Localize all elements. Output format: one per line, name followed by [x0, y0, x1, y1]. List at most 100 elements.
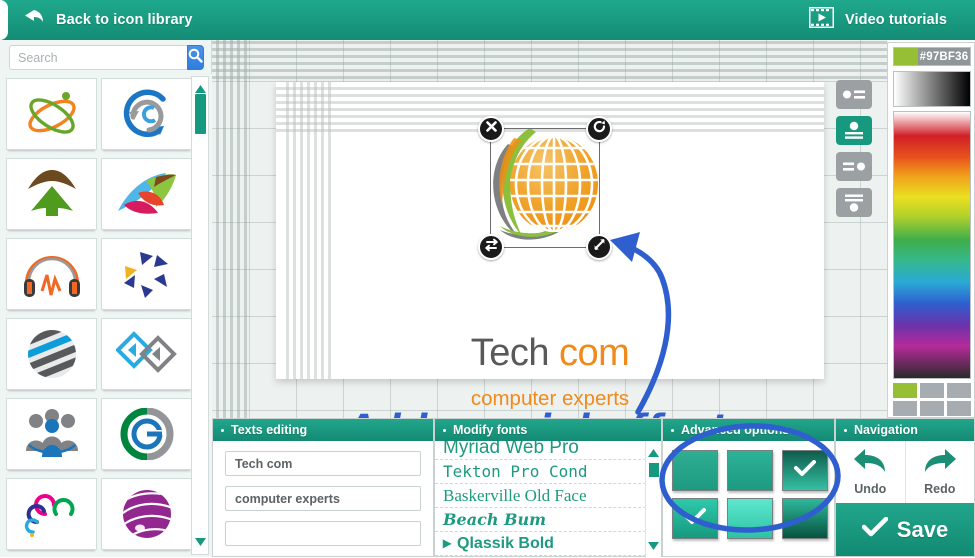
text-field-3[interactable]: [225, 521, 421, 546]
font-list-scrollbar-thumb[interactable]: [649, 463, 659, 477]
advanced-options-panel: Advanced options: [662, 418, 835, 557]
recent-color-5[interactable]: [920, 401, 944, 416]
flip-handle[interactable]: [478, 234, 504, 260]
purple-striped-sphere-logo: [122, 490, 171, 538]
redo-label: Redo: [924, 482, 956, 496]
icon-cell-colorful-swoosh-logo[interactable]: [101, 158, 192, 230]
search-row: [9, 45, 204, 70]
current-color-swatch[interactable]: [894, 48, 918, 65]
font-list-item[interactable]: Myriad Web Pro: [435, 441, 661, 460]
search-button[interactable]: [187, 45, 204, 70]
icon-cell-gray-blue-people-group-logo[interactable]: [6, 398, 97, 470]
selected-font-marker-icon: ▸: [443, 534, 452, 552]
icon-cell-atom-orbit-logo[interactable]: [6, 78, 97, 150]
rotate-handle[interactable]: [586, 116, 612, 142]
recent-color-3[interactable]: [947, 383, 971, 398]
effect-swatch-6[interactable]: [782, 498, 828, 539]
align-icon-right[interactable]: [836, 152, 872, 181]
color-hex-row[interactable]: #97BF36: [893, 47, 971, 66]
font-list-scrollbar[interactable]: [645, 441, 661, 558]
text-field-1[interactable]: [225, 451, 421, 476]
navigation-title: Navigation: [854, 423, 918, 437]
effect-swatch-5[interactable]: [727, 498, 773, 539]
colorful-swoosh-logo: [117, 173, 176, 214]
effect-swatch-1[interactable]: [672, 450, 718, 491]
font-list-item-selected[interactable]: ▸ Qlassik Bold: [435, 532, 661, 556]
triangle-down-icon[interactable]: [195, 533, 206, 551]
texts-editing-panel: Texts editing: [212, 418, 434, 557]
library-scrollbar-thumb[interactable]: [195, 94, 206, 134]
selection-box[interactable]: [478, 116, 612, 260]
back-to-icon-library-button[interactable]: Back to icon library: [22, 0, 193, 40]
library-scrollbar[interactable]: [191, 76, 209, 555]
icon-cell-green-gray-e-circle-logo[interactable]: [101, 398, 192, 470]
logo-canvas[interactable]: Tech com computer experts Add special ef…: [276, 82, 824, 418]
check-icon: [861, 516, 889, 542]
align-toolbar: [836, 80, 872, 224]
blue-circle-arrow-logo: [123, 89, 166, 137]
headphones-waveform-logo: [23, 256, 80, 297]
triangle-up-icon[interactable]: [648, 444, 659, 462]
color-hex-value: #97BF36: [918, 48, 970, 65]
atom-orbit-logo: [27, 92, 76, 134]
check-icon: [684, 507, 706, 530]
search-icon: [188, 48, 203, 68]
align-icon-left[interactable]: [836, 80, 872, 109]
effect-swatch-3[interactable]: [782, 450, 828, 491]
effect-swatch-2[interactable]: [727, 450, 773, 491]
icon-cell-headphones-waveform-logo[interactable]: [6, 238, 97, 310]
redo-arrow-icon: [922, 448, 958, 479]
recent-color-6[interactable]: [947, 401, 971, 416]
icon-cell-multicolor-swirl-cloud-logo[interactable]: [6, 478, 97, 550]
search-input[interactable]: [9, 45, 187, 70]
triangle-down-icon[interactable]: [648, 537, 659, 555]
recent-color-1[interactable]: [893, 383, 917, 398]
resize-handle[interactable]: [586, 234, 612, 260]
recent-colors-grid: [893, 383, 971, 416]
workspace-canvas-area[interactable]: Tech com computer experts Add special ef…: [212, 40, 887, 418]
film-play-icon: [808, 6, 835, 33]
icon-cell-striped-gray-blue-sphere-logo[interactable]: [6, 318, 97, 390]
font-list[interactable]: Myriad Web Pro Tekton Pro Cond Baskervil…: [435, 441, 661, 558]
undo-button[interactable]: Undo: [836, 441, 905, 503]
delete-handle[interactable]: [478, 116, 504, 142]
top-bar: Back to icon library Video tutorials: [0, 0, 975, 40]
save-label: Save: [896, 516, 949, 542]
back-arrow-icon: [22, 9, 46, 31]
navigation-panel: Navigation Undo Redo Save: [835, 418, 975, 557]
brown-green-arrow-house-logo: [27, 170, 76, 216]
icon-cell-blue-triangle-star-logo[interactable]: [101, 238, 192, 310]
text-field-2[interactable]: [225, 486, 421, 511]
icon-grid: [6, 78, 192, 550]
icon-cell-purple-striped-sphere-logo[interactable]: [101, 478, 192, 550]
icon-cell-blue-circle-arrow-logo[interactable]: [101, 78, 192, 150]
video-tutorials-button[interactable]: Video tutorials: [808, 0, 947, 40]
hue-spectrum-box[interactable]: [893, 111, 971, 379]
grayscale-gradient-bar[interactable]: [893, 71, 971, 107]
close-icon: [485, 120, 498, 138]
texts-editing-title: Texts editing: [231, 423, 308, 437]
check-icon: [794, 459, 816, 482]
recent-color-4[interactable]: [893, 401, 917, 416]
modify-fonts-title: Modify fonts: [453, 423, 528, 437]
effect-swatch-4[interactable]: [672, 498, 718, 539]
font-list-item[interactable]: Baskerville Old Face: [435, 484, 661, 508]
recent-color-2[interactable]: [920, 383, 944, 398]
font-list-item-label: Qlassik Bold: [457, 534, 554, 552]
redo-button[interactable]: Redo: [904, 441, 975, 503]
icon-cell-brown-green-arrow-house-logo[interactable]: [6, 158, 97, 230]
save-button[interactable]: Save: [836, 503, 974, 556]
align-icon-top[interactable]: [836, 116, 872, 145]
bullet-icon: [443, 428, 446, 432]
effect-swatch-grid: [663, 441, 834, 539]
logo-title[interactable]: Tech com: [276, 332, 824, 375]
blue-gray-diamond-arrows-logo: [115, 331, 177, 373]
bullet-icon: [221, 428, 224, 432]
font-list-item[interactable]: Tekton Pro Cond: [435, 460, 661, 484]
font-list-item[interactable]: Beach Bum: [435, 508, 661, 532]
undo-label: Undo: [854, 482, 887, 496]
align-icon-bottom[interactable]: [836, 188, 872, 217]
modify-fonts-header: Modify fonts: [435, 419, 661, 441]
icon-cell-blue-gray-diamond-arrows-logo[interactable]: [101, 318, 192, 390]
color-picker-panel: #97BF36: [887, 42, 975, 418]
